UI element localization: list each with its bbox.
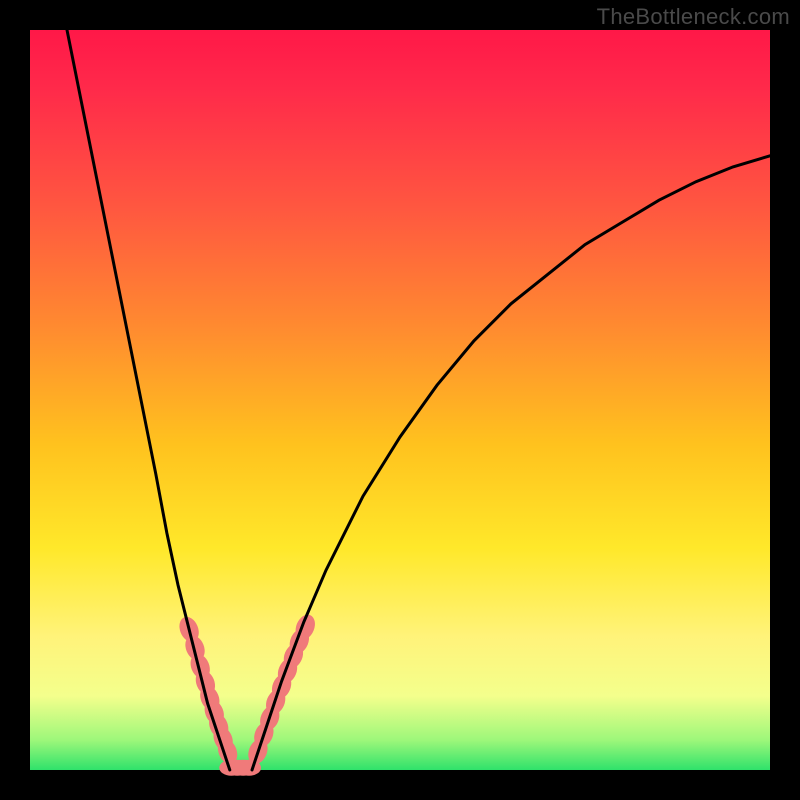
chart-frame: TheBottleneck.com [0, 0, 800, 800]
curve-right-branch [252, 156, 770, 770]
watermark-text: TheBottleneck.com [597, 4, 790, 30]
accent-dot [237, 760, 261, 776]
chart-plot-area [30, 30, 770, 770]
chart-svg [30, 30, 770, 770]
